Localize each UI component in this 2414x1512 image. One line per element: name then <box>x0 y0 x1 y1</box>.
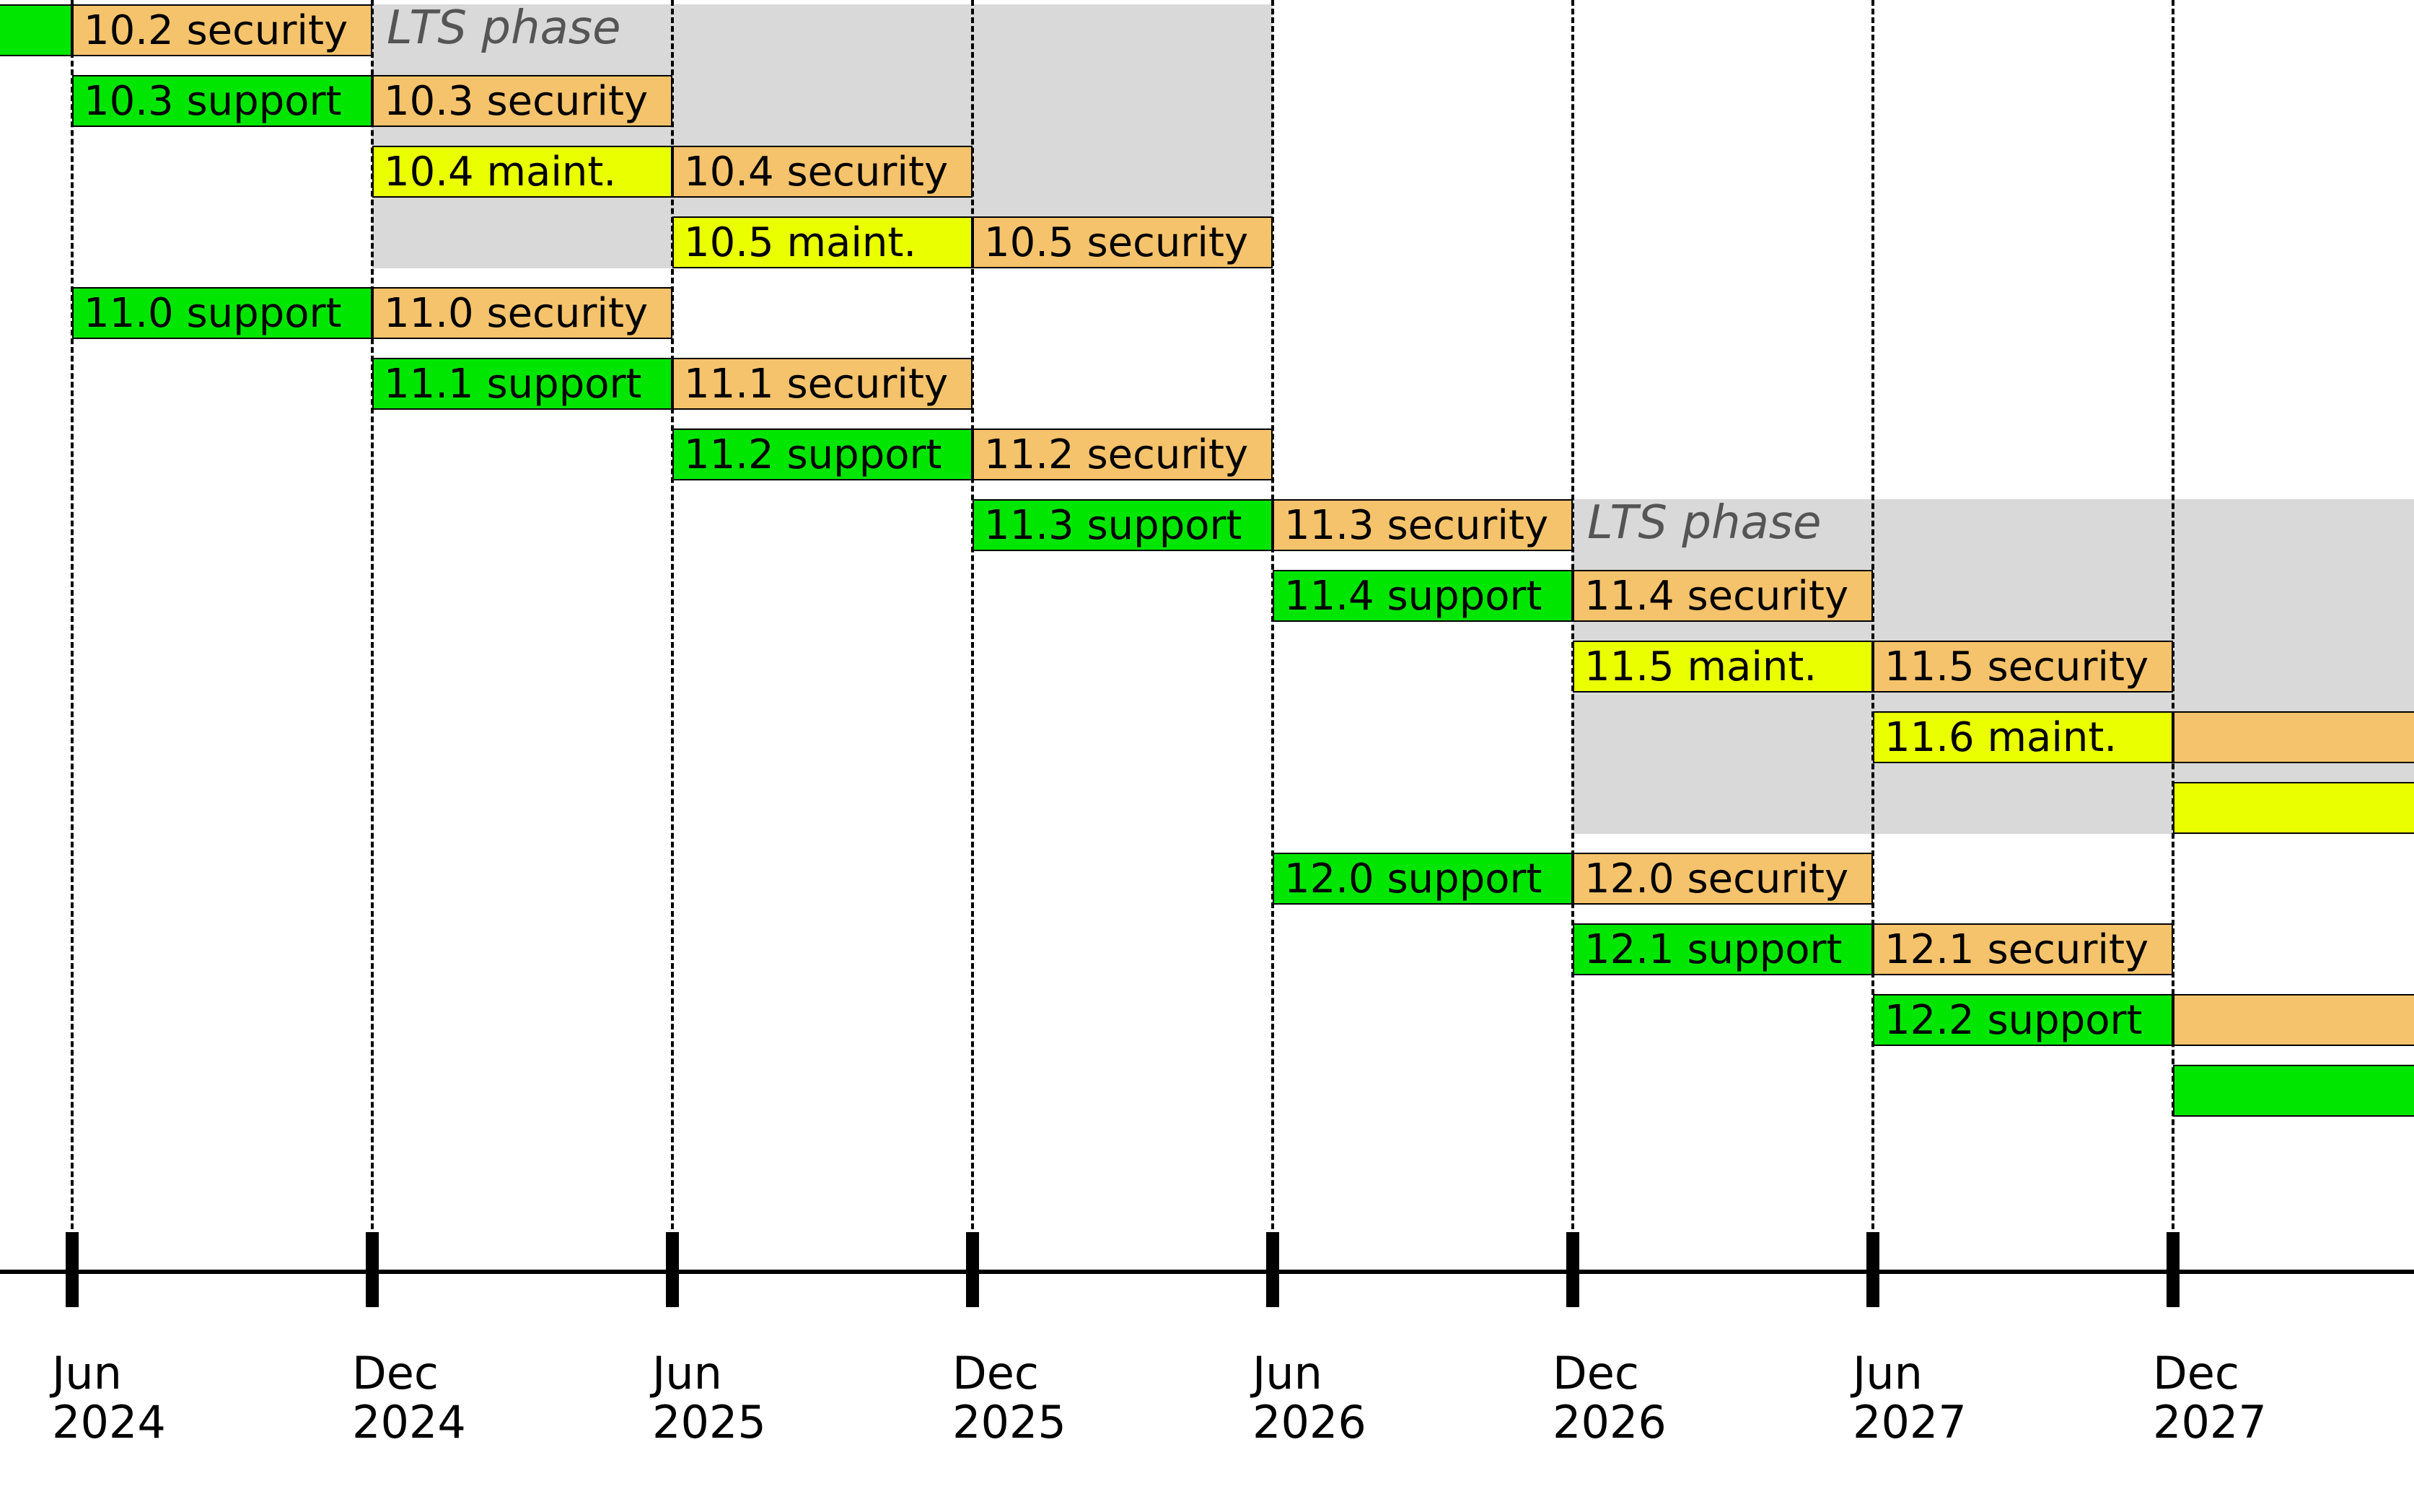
phase-bar-support: 11.4 support <box>1273 570 1573 622</box>
tick-month: Jun <box>652 1349 766 1398</box>
phase-bar-support: 10.3 support <box>72 75 372 127</box>
tick-mark <box>366 1232 379 1307</box>
phase-bar-maint: 10.5 maint. <box>672 216 973 268</box>
phase-bar-support <box>2173 1065 2414 1117</box>
tick-month: Jun <box>1252 1349 1366 1398</box>
phase-bar-security: 10.5 security <box>973 216 1273 268</box>
phase-label: 11.0 support <box>84 290 342 337</box>
tick-month: Jun <box>52 1349 166 1398</box>
phase-bar-support: 11.0 support <box>72 287 372 339</box>
phase-label: 12.2 support <box>1884 997 2143 1044</box>
tick-year: 2025 <box>952 1398 1066 1447</box>
grid-line <box>1871 0 1874 1255</box>
phase-label: 12.1 support <box>1584 926 1843 973</box>
tick-month: Dec <box>352 1349 466 1398</box>
phase-bar-security: 10.3 security <box>372 75 672 127</box>
phase-label: 10.5 maint. <box>684 219 916 266</box>
phase-label: 10.3 security <box>384 78 648 125</box>
phase-bar-security <box>2173 711 2414 763</box>
tick-label: Jun2027 <box>1853 1349 1967 1447</box>
phase-label: 11.1 security <box>684 361 948 408</box>
tick-mark <box>1566 1232 1579 1307</box>
phase-bar-maint: 11.6 maint. <box>1873 711 2173 763</box>
phase-label: 11.2 security <box>984 431 1248 478</box>
phase-bar-security: 10.2 security <box>72 4 372 56</box>
grid-line <box>1271 0 1274 1255</box>
phase-bar-maint: 10.4 maint. <box>372 146 672 198</box>
x-axis <box>0 1270 2414 1274</box>
tick-label: Jun2026 <box>1252 1349 1366 1447</box>
phase-label: 11.0 security <box>384 290 648 337</box>
grid-line <box>1571 0 1574 1255</box>
phase-bar-maint <box>2173 782 2414 834</box>
phase-bar-security <box>2173 994 2414 1046</box>
lts-phase-label: LTS phase <box>387 1 621 55</box>
tick-year: 2027 <box>2153 1398 2267 1447</box>
phase-bar-support <box>0 4 72 56</box>
phase-label: 11.3 security <box>1284 502 1548 549</box>
phase-label: 12.1 security <box>1884 926 2149 973</box>
phase-bar-support: 12.1 support <box>1573 923 1873 975</box>
phase-label: 10.5 security <box>984 219 1248 266</box>
phase-label: 11.1 support <box>384 361 642 408</box>
tick-year: 2024 <box>352 1398 466 1447</box>
tick-mark <box>666 1232 679 1307</box>
phase-label: 12.0 security <box>1584 856 1848 902</box>
phase-bar-security: 11.1 security <box>672 358 973 410</box>
tick-label: Dec2026 <box>1553 1349 1667 1447</box>
phase-label: 11.3 support <box>984 502 1242 549</box>
phase-label: 11.6 maint. <box>1884 714 2117 761</box>
tick-year: 2026 <box>1252 1398 1366 1447</box>
tick-month: Dec <box>1553 1349 1667 1398</box>
phase-label: 10.4 security <box>684 149 948 195</box>
phase-label: 11.5 security <box>1884 643 2149 690</box>
phase-bar-support: 11.3 support <box>973 499 1273 551</box>
phase-bar-security: 11.2 security <box>973 428 1273 480</box>
tick-label: Dec2025 <box>952 1349 1066 1447</box>
grid-line <box>71 0 74 1255</box>
tick-year: 2027 <box>1853 1398 1967 1447</box>
tick-mark <box>966 1232 979 1307</box>
phase-label: 10.3 support <box>84 78 342 125</box>
phase-bar-support: 11.2 support <box>672 428 973 480</box>
tick-mark <box>66 1232 79 1307</box>
phase-bar-support: 12.2 support <box>1873 994 2173 1046</box>
tick-month: Dec <box>952 1349 1066 1398</box>
phase-label: 10.4 maint. <box>384 149 616 195</box>
tick-year: 2025 <box>652 1398 766 1447</box>
tick-label: Jun2024 <box>52 1349 166 1447</box>
phase-bar-support: 12.0 support <box>1273 853 1573 905</box>
tick-year: 2026 <box>1553 1398 1667 1447</box>
phase-bar-security: 11.5 security <box>1873 641 2173 693</box>
phase-bar-security: 12.1 security <box>1873 923 2173 975</box>
phase-label: 11.4 security <box>1584 573 1848 620</box>
tick-year: 2024 <box>52 1398 166 1447</box>
phase-label: 11.4 support <box>1284 573 1542 620</box>
tick-label: Dec2024 <box>352 1349 466 1447</box>
tick-label: Dec2027 <box>2153 1349 2267 1447</box>
phase-bar-maint: 11.5 maint. <box>1573 641 1873 693</box>
phase-label: 11.5 maint. <box>1584 643 1817 690</box>
tick-month: Jun <box>1853 1349 1967 1398</box>
tick-mark <box>2167 1232 2180 1307</box>
phase-bar-security: 11.4 security <box>1573 570 1873 622</box>
phase-label: 11.2 support <box>684 431 942 478</box>
phase-label: 12.0 support <box>1284 856 1542 902</box>
lts-phase-label: LTS phase <box>1587 496 1822 550</box>
tick-label: Jun2025 <box>652 1349 766 1447</box>
phase-bar-support: 11.1 support <box>372 358 672 410</box>
phase-bar-security: 12.0 security <box>1573 853 1873 905</box>
release-timeline-chart: LTS phase LTS phase 10.2 security 10.3 supp… <box>0 0 2414 1512</box>
tick-mark <box>1266 1232 1279 1307</box>
phase-bar-security: 11.3 security <box>1273 499 1573 551</box>
phase-bar-security: 11.0 security <box>372 287 672 339</box>
phase-label: 10.2 security <box>84 7 348 54</box>
phase-bar-security: 10.4 security <box>672 146 973 198</box>
tick-mark <box>1866 1232 1879 1307</box>
tick-month: Dec <box>2153 1349 2267 1398</box>
